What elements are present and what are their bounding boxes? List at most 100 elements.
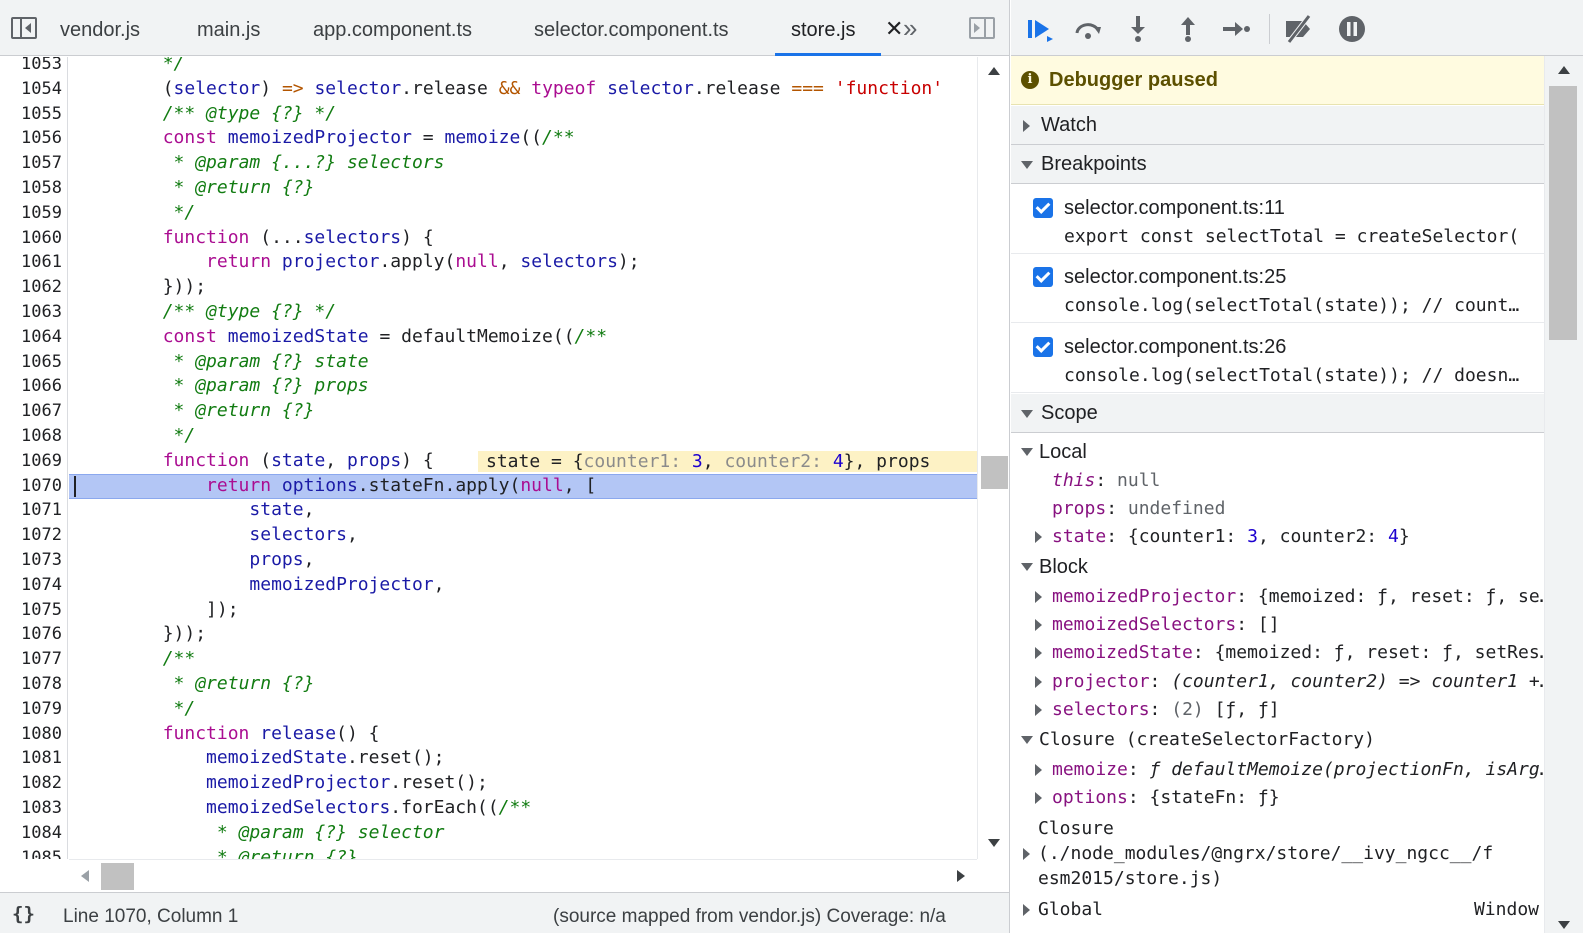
line-number[interactable]: 1073	[0, 548, 62, 573]
current-execution-line[interactable]: 1070 return options.stateFn.apply(null, …	[0, 473, 977, 499]
scope-var-memoized-selectors[interactable]: memoizedSelectors: []	[1035, 612, 1555, 638]
line-number[interactable]: 1066	[0, 374, 62, 399]
step-out-icon[interactable]	[1173, 14, 1203, 44]
line-number[interactable]: 1081	[0, 746, 62, 771]
line-number[interactable]: 1053	[0, 57, 62, 77]
code-line[interactable]: 1082 memoizedProjector.reset();	[0, 771, 977, 796]
code-line[interactable]: 1064 const memoizedState = defaultMemoiz…	[0, 325, 977, 350]
line-number[interactable]: 1082	[0, 771, 62, 796]
scope-var-this[interactable]: this: null	[1052, 468, 1572, 494]
breakpoint-checkbox[interactable]	[1033, 337, 1053, 357]
line-number[interactable]: 1084	[0, 821, 62, 846]
scroll-down-icon[interactable]	[988, 839, 1000, 847]
code-line[interactable]: 1060 function (...selectors) {	[0, 226, 977, 251]
line-number[interactable]: 1074	[0, 573, 62, 598]
code-line[interactable]: 1080 function release() {	[0, 722, 977, 747]
code-line[interactable]: 1057 * @param {...?} selectors	[0, 151, 977, 176]
line-number[interactable]: 1072	[0, 523, 62, 548]
code-line[interactable]: 1065 * @param {?} state	[0, 350, 977, 375]
breakpoint-checkbox[interactable]	[1033, 267, 1053, 287]
pause-on-exceptions-icon[interactable]	[1337, 14, 1367, 44]
sidebar-scrollbar[interactable]	[1544, 56, 1583, 933]
line-number[interactable]: 1056	[0, 126, 62, 151]
line-number[interactable]: 1065	[0, 350, 62, 375]
line-number[interactable]: 1070	[0, 474, 62, 499]
line-number[interactable]: 1064	[0, 325, 62, 350]
tab-app-component-ts[interactable]: app.component.ts	[313, 0, 472, 56]
line-number[interactable]: 1079	[0, 697, 62, 722]
scope-var-props[interactable]: props: undefined	[1052, 496, 1572, 522]
breakpoint-item[interactable]: selector.component.ts:25 console.log(sel…	[1011, 254, 1544, 323]
sidebar-scroll-thumb[interactable]	[1549, 86, 1577, 340]
scope-var-memoized-state[interactable]: memoizedState: {memoized: ƒ, reset: ƒ, s…	[1035, 640, 1555, 666]
step-over-icon[interactable]	[1073, 14, 1103, 44]
tab-vendor-js[interactable]: vendor.js	[60, 0, 140, 56]
resume-icon[interactable]	[1025, 14, 1055, 44]
scroll-thumb[interactable]	[981, 456, 1008, 489]
breakpoint-item[interactable]: selector.component.ts:11 export const se…	[1011, 185, 1544, 254]
code-line[interactable]: 1078 * @return {?}	[0, 672, 977, 697]
line-number[interactable]: 1076	[0, 622, 62, 647]
scroll-up-icon[interactable]	[988, 67, 1000, 75]
code-line[interactable]: 1055 /** @type {?} */	[0, 102, 977, 127]
code-line[interactable]: 1068 */	[0, 424, 977, 449]
code-line[interactable]: 1066 * @param {?} props	[0, 374, 977, 399]
code-line[interactable]: 1076 }));	[0, 622, 977, 647]
line-number[interactable]: 1075	[0, 598, 62, 623]
scope-var-memoize[interactable]: memoize: ƒ defaultMemoize(projectionFn, …	[1035, 757, 1555, 783]
scope-var-projector[interactable]: projector: (counter1, counter2) => count…	[1035, 669, 1555, 695]
code-line[interactable]: 1063 /** @type {?} */	[0, 300, 977, 325]
scope-block-header[interactable]: Block	[1021, 554, 1541, 580]
tab-main-js[interactable]: main.js	[197, 0, 260, 56]
code-line[interactable]: 1073 props,	[0, 548, 977, 573]
line-number[interactable]: 1068	[0, 424, 62, 449]
scope-var-state[interactable]: state: {counter1: 3, counter2: 4}	[1035, 524, 1555, 550]
deactivate-breakpoints-icon[interactable]	[1283, 14, 1313, 44]
line-number[interactable]: 1080	[0, 722, 62, 747]
scroll-up-icon[interactable]	[1558, 66, 1570, 74]
more-tabs-icon[interactable]: »	[903, 0, 917, 56]
line-number[interactable]: 1078	[0, 672, 62, 697]
line-number[interactable]: 1067	[0, 399, 62, 424]
code-line[interactable]: 1058 * @return {?}	[0, 176, 977, 201]
code-line[interactable]: 1074 memoizedProjector,	[0, 573, 977, 598]
scope-var-memoized-projector[interactable]: memoizedProjector: {memoized: ƒ, reset: …	[1035, 584, 1555, 610]
scope-local-header[interactable]: Local	[1021, 439, 1541, 465]
code-line[interactable]: 1085 * @return {?}	[0, 846, 977, 859]
line-number[interactable]: 1083	[0, 796, 62, 821]
line-number[interactable]: 1060	[0, 226, 62, 251]
breakpoints-section-header[interactable]: Breakpoints	[1011, 145, 1544, 184]
editor-horizontal-scrollbar[interactable]	[69, 859, 977, 891]
code-line[interactable]: 1069 function (state, props) {state = {c…	[0, 449, 978, 474]
code-line[interactable]: 1054 (selector) => selector.release && t…	[0, 77, 977, 102]
line-number[interactable]: 1085	[0, 846, 62, 859]
watch-section-header[interactable]: Watch	[1011, 106, 1544, 145]
line-number[interactable]: 1061	[0, 250, 62, 275]
line-number[interactable]: 1058	[0, 176, 62, 201]
code-line[interactable]: 1062 }));	[0, 275, 977, 300]
scope-var-selectors[interactable]: selectors: (2) [ƒ, ƒ]	[1035, 697, 1555, 723]
code-line[interactable]: 1084 * @param {?} selector	[0, 821, 977, 846]
scope-var-options[interactable]: options: {stateFn: ƒ}	[1035, 785, 1555, 811]
scope-global-header[interactable]: Global Window	[1021, 897, 1541, 923]
pretty-print-icon[interactable]: {}	[12, 903, 35, 925]
code-line[interactable]: 1061 return projector.apply(null, select…	[0, 250, 977, 275]
breakpoint-checkbox[interactable]	[1033, 198, 1053, 218]
code-line[interactable]: 1081 memoizedState.reset();	[0, 746, 977, 771]
code-line[interactable]: 1072 selectors,	[0, 523, 977, 548]
scope-closure-module-header[interactable]: (./node_modules/@ngrx/store/__ivy_ngcc__…	[1021, 841, 1541, 867]
toggle-debugger-icon[interactable]	[969, 17, 995, 39]
tab-store-js[interactable]: store.js ✕	[774, 0, 903, 56]
line-number[interactable]: 1054	[0, 77, 62, 102]
code-line[interactable]: 1083 memoizedSelectors.forEach((/**	[0, 796, 977, 821]
horizontal-scroll-thumb[interactable]	[101, 863, 134, 890]
line-number[interactable]: 1059	[0, 201, 62, 226]
code-line[interactable]: 1056 const memoizedProjector = memoize((…	[0, 126, 977, 151]
scroll-right-icon[interactable]	[957, 870, 965, 882]
scroll-left-icon[interactable]	[81, 870, 89, 882]
editor-vertical-scrollbar[interactable]	[977, 57, 1009, 859]
line-number[interactable]: 1077	[0, 647, 62, 672]
code-line[interactable]: 1067 * @return {?}	[0, 399, 977, 424]
line-number[interactable]: 1057	[0, 151, 62, 176]
step-into-icon[interactable]	[1123, 14, 1153, 44]
